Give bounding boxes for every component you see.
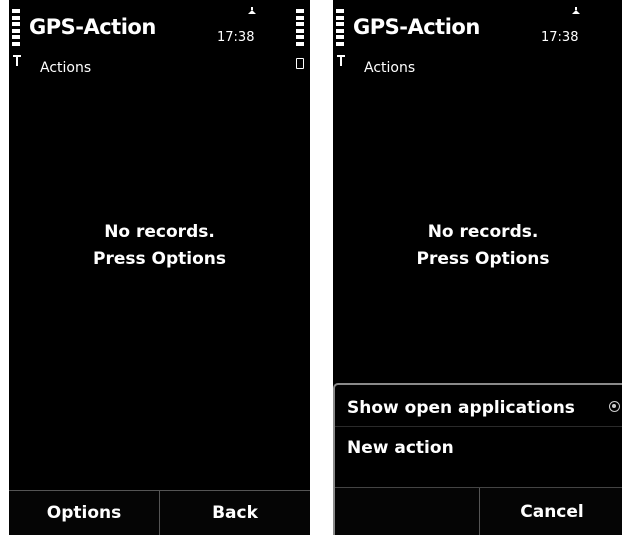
phone-screen-options-menu: GPS-Action 17:38 Actions No records. Pre… <box>333 0 622 535</box>
empty-state-line-1: No records. <box>104 222 215 242</box>
gps-satellite-icon <box>248 7 256 14</box>
menu-divider <box>335 426 622 427</box>
empty-softkey[interactable] <box>335 488 479 535</box>
empty-state-line-2: Press Options <box>416 249 550 269</box>
empty-state-message: No records. Press Options <box>333 219 622 273</box>
app-title: GPS-Action <box>29 15 156 39</box>
empty-state-message: No records. Press Options <box>9 219 310 273</box>
phone-screen-main: GPS-Action 17:38 Actions No records. Pre… <box>9 0 310 535</box>
signal-strength-icon <box>336 9 344 46</box>
menu-item-new-action[interactable]: New action <box>347 438 454 458</box>
back-softkey[interactable]: Back <box>159 491 310 535</box>
options-softkey[interactable]: Options <box>9 491 159 535</box>
signal-strength-icon <box>12 9 20 46</box>
softkey-bar: Options Back <box>9 490 310 535</box>
status-clock: 17:38 <box>541 30 579 45</box>
cancel-softkey[interactable]: Cancel <box>479 488 622 535</box>
status-clock: 17:38 <box>217 30 255 45</box>
battery-icon <box>296 58 304 69</box>
menu-item-show-open-applications[interactable]: Show open applications <box>347 398 575 418</box>
empty-state-line-2: Press Options <box>92 249 226 269</box>
gps-satellite-icon <box>572 7 580 14</box>
view-subtitle: Actions <box>40 60 92 76</box>
view-subtitle: Actions <box>364 60 416 76</box>
popup-softkey-bar: Cancel <box>335 487 622 535</box>
radio-selected-icon[interactable] <box>609 401 620 412</box>
antenna-icon <box>337 55 345 66</box>
antenna-icon <box>13 55 21 66</box>
options-popup-menu: Show open applications New action Cancel <box>333 383 622 535</box>
battery-level-icon <box>296 9 304 46</box>
empty-state-line-1: No records. <box>427 222 539 242</box>
app-title: GPS-Action <box>353 15 480 39</box>
